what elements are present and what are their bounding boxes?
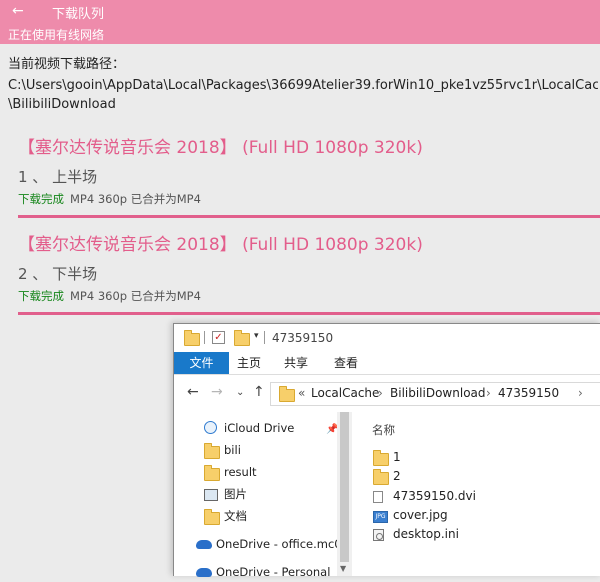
- forward-icon[interactable]: →: [211, 384, 223, 400]
- tab-share[interactable]: 共享: [276, 352, 316, 374]
- explorer-title: 47359150: [272, 331, 334, 345]
- separator: [204, 331, 205, 344]
- network-status-bar: 正在使用有线网络: [0, 24, 600, 44]
- folder-icon: [184, 330, 200, 346]
- settings-file-icon: [373, 529, 384, 541]
- nav-item-label: 图片: [224, 487, 247, 501]
- download-item-status: 下载完成 MP4 360p 已合并为MP4: [18, 191, 600, 207]
- breadcrumb-localcache[interactable]: LocalCache: [311, 386, 379, 400]
- folder-icon: [204, 443, 220, 459]
- download-path: C:\Users\gooin\AppData\Local\Packages\36…: [8, 76, 598, 114]
- onedrive-icon: [196, 540, 212, 549]
- back-arrow-icon[interactable]: ←: [12, 3, 24, 19]
- file-name: 2: [393, 469, 401, 483]
- breadcrumb-bilibilidownload[interactable]: BilibiliDownload: [390, 386, 486, 400]
- scroll-down-icon[interactable]: ▼: [340, 564, 346, 573]
- breadcrumb-separator-icon[interactable]: ›: [578, 386, 583, 400]
- download-item[interactable]: 【塞尔达传说音乐会 2018】 (Full HD 1080p 320k) 1 、…: [18, 133, 600, 218]
- download-item-detail: MP4 360p 已合并为MP4: [70, 289, 201, 303]
- column-header-name[interactable]: 名称: [372, 422, 395, 438]
- ribbon-tabs: 文件 主页 共享 查看: [174, 352, 600, 375]
- nav-item-label: bili: [224, 443, 241, 457]
- file-name: 1: [393, 450, 401, 464]
- folder-icon: [204, 509, 220, 525]
- download-progress-bar: [18, 215, 600, 218]
- status-complete-label: 下载完成: [18, 192, 64, 206]
- status-complete-label: 下载完成: [18, 289, 64, 303]
- nav-item-label: 文档: [224, 509, 247, 523]
- download-item-title: 【塞尔达传说音乐会 2018】 (Full HD 1080p 320k): [18, 235, 423, 255]
- address-row: ← → ⌄ ↑ « LocalCache › BilibiliDownload …: [174, 375, 600, 411]
- folder-icon: [279, 386, 295, 402]
- breadcrumb-separator-icon[interactable]: ›: [486, 386, 491, 400]
- download-item[interactable]: 【塞尔达传说音乐会 2018】 (Full HD 1080p 320k) 2 、…: [18, 230, 600, 315]
- navigation-pane: iCloud Drive 📌 bili result 图片 文档 OneDriv…: [174, 412, 353, 579]
- up-icon[interactable]: ↑: [253, 384, 265, 400]
- document-icon: [373, 491, 383, 503]
- folder-icon: [204, 465, 220, 481]
- explorer-titlebar: ✓ ▾ 47359150: [174, 324, 600, 352]
- properties-icon[interactable]: ✓: [212, 331, 225, 344]
- image-icon: JPG: [373, 511, 388, 523]
- tab-file[interactable]: 文件: [174, 352, 229, 374]
- onedrive-icon: [196, 568, 212, 577]
- breadcrumb-separator-icon[interactable]: ›: [378, 386, 383, 400]
- download-path-label: 当前视频下载路径：: [8, 57, 126, 72]
- nav-pane-scrollbar[interactable]: ▼: [337, 412, 352, 576]
- file-name: 47359150.dvi: [393, 489, 476, 503]
- quick-access-dropdown-icon[interactable]: ▾: [254, 331, 259, 341]
- nav-item-label: result: [224, 465, 257, 479]
- download-item-part: 2 、 下半场: [18, 265, 98, 283]
- file-name: desktop.ini: [393, 527, 459, 541]
- page-title: 下载队列: [52, 7, 105, 22]
- app-titlebar: ← 下载队列: [0, 0, 600, 24]
- download-path-line2: \BilibiliDownload: [8, 97, 116, 112]
- download-item-part: 1 、 上半场: [18, 168, 98, 186]
- tab-home[interactable]: 主页: [229, 352, 269, 374]
- address-bar[interactable]: « LocalCache › BilibiliDownload › 473591…: [270, 382, 600, 406]
- download-path-line1: C:\Users\gooin\AppData\Local\Packages\36…: [8, 78, 598, 93]
- folder-icon: [373, 450, 389, 466]
- pictures-icon: [204, 489, 218, 501]
- breadcrumb-current-folder[interactable]: 47359150: [498, 386, 559, 400]
- download-item-title: 【塞尔达传说音乐会 2018】 (Full HD 1080p 320k): [18, 138, 423, 158]
- download-item-status: 下载完成 MP4 360p 已合并为MP4: [18, 288, 600, 304]
- nav-item-label: iCloud Drive: [224, 421, 295, 435]
- network-status-text: 正在使用有线网络: [8, 28, 105, 42]
- address-overflow-icon[interactable]: «: [298, 386, 305, 400]
- icloud-icon: [204, 421, 217, 434]
- separator: [264, 331, 265, 344]
- file-list-pane: 名称 1 2 47359150.dvi JPG cover.jpg deskto…: [353, 412, 600, 576]
- download-item-detail: MP4 360p 已合并为MP4: [70, 192, 201, 206]
- recent-locations-icon[interactable]: ⌄: [236, 387, 244, 398]
- file-explorer-window: ✓ ▾ 47359150 文件 主页 共享 查看 ← → ⌄ ↑ « Local…: [173, 323, 600, 579]
- tab-view[interactable]: 查看: [326, 352, 366, 374]
- folder-icon: [373, 469, 389, 485]
- back-icon[interactable]: ←: [187, 384, 199, 400]
- nav-item-label: OneDrive - office.mc06: [216, 537, 349, 551]
- scrollbar-thumb[interactable]: [340, 412, 349, 562]
- file-name: cover.jpg: [393, 508, 448, 522]
- nav-item-label: OneDrive - Personal: [216, 565, 331, 579]
- download-progress-bar: [18, 312, 600, 315]
- new-folder-icon[interactable]: [234, 330, 250, 346]
